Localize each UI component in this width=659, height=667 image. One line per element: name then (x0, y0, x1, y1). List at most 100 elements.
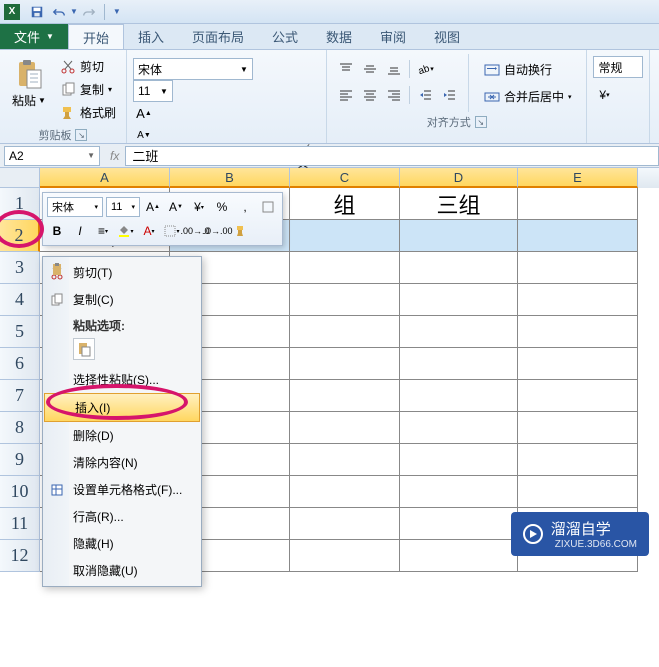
cell[interactable]: 三组 (400, 188, 518, 220)
cell[interactable] (518, 380, 638, 412)
mini-shrink-font[interactable]: A▼ (166, 197, 186, 217)
cell[interactable] (400, 412, 518, 444)
mini-borders[interactable] (258, 197, 278, 217)
col-header-A[interactable]: A (40, 168, 170, 188)
increase-indent-button[interactable] (438, 84, 460, 106)
font-size-select[interactable]: 11▼ (133, 80, 173, 102)
cell[interactable] (518, 252, 638, 284)
tab-page-layout[interactable]: 页面布局 (178, 24, 258, 49)
tab-data[interactable]: 数据 (312, 24, 366, 49)
number-format-select[interactable]: 常规 (593, 56, 643, 78)
qat-customize-dropdown[interactable]: ▼ (113, 7, 121, 16)
qat-redo-button[interactable] (80, 3, 98, 21)
qat-undo-button[interactable] (50, 3, 68, 21)
cell[interactable] (290, 444, 400, 476)
cell[interactable] (400, 380, 518, 412)
col-header-E[interactable]: E (518, 168, 638, 188)
decrease-font-button[interactable]: A▼ (133, 124, 155, 146)
mini-format-painter[interactable] (231, 221, 251, 241)
cell[interactable] (290, 476, 400, 508)
cell[interactable] (290, 252, 400, 284)
row-header[interactable]: 8 (0, 412, 40, 444)
font-name-select[interactable]: 宋体▼ (133, 58, 253, 80)
mini-italic[interactable]: I (70, 221, 90, 241)
merge-center-button[interactable]: 合并后居中 ▾ (477, 85, 579, 108)
tab-formulas[interactable]: 公式 (258, 24, 312, 49)
tab-view[interactable]: 视图 (420, 24, 474, 49)
col-header-D[interactable]: D (400, 168, 518, 188)
cm-copy[interactable]: 复制(C) (43, 286, 201, 313)
mini-bold[interactable]: B (47, 221, 67, 241)
cell[interactable] (400, 508, 518, 540)
mini-font-name[interactable]: 宋体▾ (47, 197, 103, 217)
mini-font-size[interactable]: 11▾ (106, 197, 140, 217)
row-header[interactable]: 5 (0, 316, 40, 348)
row-header[interactable]: 10 (0, 476, 40, 508)
cell[interactable] (518, 412, 638, 444)
cell[interactable] (290, 284, 400, 316)
cell[interactable] (290, 380, 400, 412)
cm-delete[interactable]: 删除(D) (43, 422, 201, 449)
align-left-button[interactable] (335, 84, 357, 106)
clipboard-launcher[interactable]: ↘ (75, 129, 87, 141)
qat-save-button[interactable] (28, 3, 46, 21)
col-header-B[interactable]: B (170, 168, 290, 188)
cm-cut[interactable]: 剪切(T) (43, 259, 201, 286)
name-box-dropdown[interactable]: ▼ (87, 151, 95, 160)
mini-align[interactable]: ≡▾ (93, 221, 113, 241)
cell[interactable] (290, 220, 400, 252)
row-header[interactable]: 3 (0, 252, 40, 284)
cell[interactable] (518, 188, 638, 220)
copy-button[interactable]: 复制 ▾ (56, 79, 120, 100)
cell[interactable] (400, 476, 518, 508)
row-header[interactable]: 7 (0, 380, 40, 412)
mini-dec-decimal[interactable]: .0→.00 (208, 221, 228, 241)
cell[interactable] (290, 508, 400, 540)
cell[interactable] (518, 476, 638, 508)
cm-unhide[interactable]: 取消隐藏(U) (43, 557, 201, 584)
cell[interactable] (400, 252, 518, 284)
row-header[interactable]: 2 (0, 220, 40, 252)
alignment-launcher[interactable]: ↘ (475, 116, 487, 128)
cm-row-height[interactable]: 行高(R)... (43, 503, 201, 530)
paste-button[interactable]: 粘贴 ▼ (6, 56, 52, 123)
row-header[interactable]: 4 (0, 284, 40, 316)
cm-insert[interactable]: 插入(I) (44, 393, 200, 422)
cell[interactable] (400, 220, 518, 252)
row-header[interactable]: 6 (0, 348, 40, 380)
tab-insert[interactable]: 插入 (124, 24, 178, 49)
cell[interactable] (518, 444, 638, 476)
currency-button[interactable]: ¥▾ (593, 84, 615, 106)
cm-paste-option-1[interactable] (73, 338, 95, 360)
row-header[interactable]: 9 (0, 444, 40, 476)
format-painter-button[interactable]: 格式刷 (56, 102, 120, 123)
cm-format-cells[interactable]: 设置单元格格式(F)... (43, 476, 201, 503)
cell[interactable] (290, 316, 400, 348)
row-header[interactable]: 11 (0, 508, 40, 540)
mini-comma[interactable]: , (235, 197, 255, 217)
align-right-button[interactable] (383, 84, 405, 106)
cell[interactable] (400, 284, 518, 316)
mini-font-color[interactable]: A▾ (139, 221, 159, 241)
align-top-button[interactable] (335, 58, 357, 80)
cell[interactable] (400, 444, 518, 476)
cell[interactable] (290, 348, 400, 380)
orientation-button[interactable]: ab▾ (414, 58, 436, 80)
wrap-text-button[interactable]: 自动换行 (477, 58, 579, 81)
align-center-button[interactable] (359, 84, 381, 106)
cell[interactable] (518, 316, 638, 348)
cm-paste-special[interactable]: 选择性粘贴(S)... (43, 366, 201, 393)
row-header[interactable]: 1 (0, 188, 40, 220)
col-header-C[interactable]: C (290, 168, 400, 188)
cell[interactable] (400, 348, 518, 380)
cell[interactable] (400, 540, 518, 572)
align-bottom-button[interactable] (383, 58, 405, 80)
cm-clear[interactable]: 清除内容(N) (43, 449, 201, 476)
cell[interactable] (400, 316, 518, 348)
align-middle-button[interactable] (359, 58, 381, 80)
cut-button[interactable]: 剪切 (56, 56, 120, 77)
cell[interactable] (518, 284, 638, 316)
decrease-indent-button[interactable] (414, 84, 436, 106)
qat-undo-dropdown[interactable]: ▼ (70, 7, 78, 16)
cm-hide[interactable]: 隐藏(H) (43, 530, 201, 557)
